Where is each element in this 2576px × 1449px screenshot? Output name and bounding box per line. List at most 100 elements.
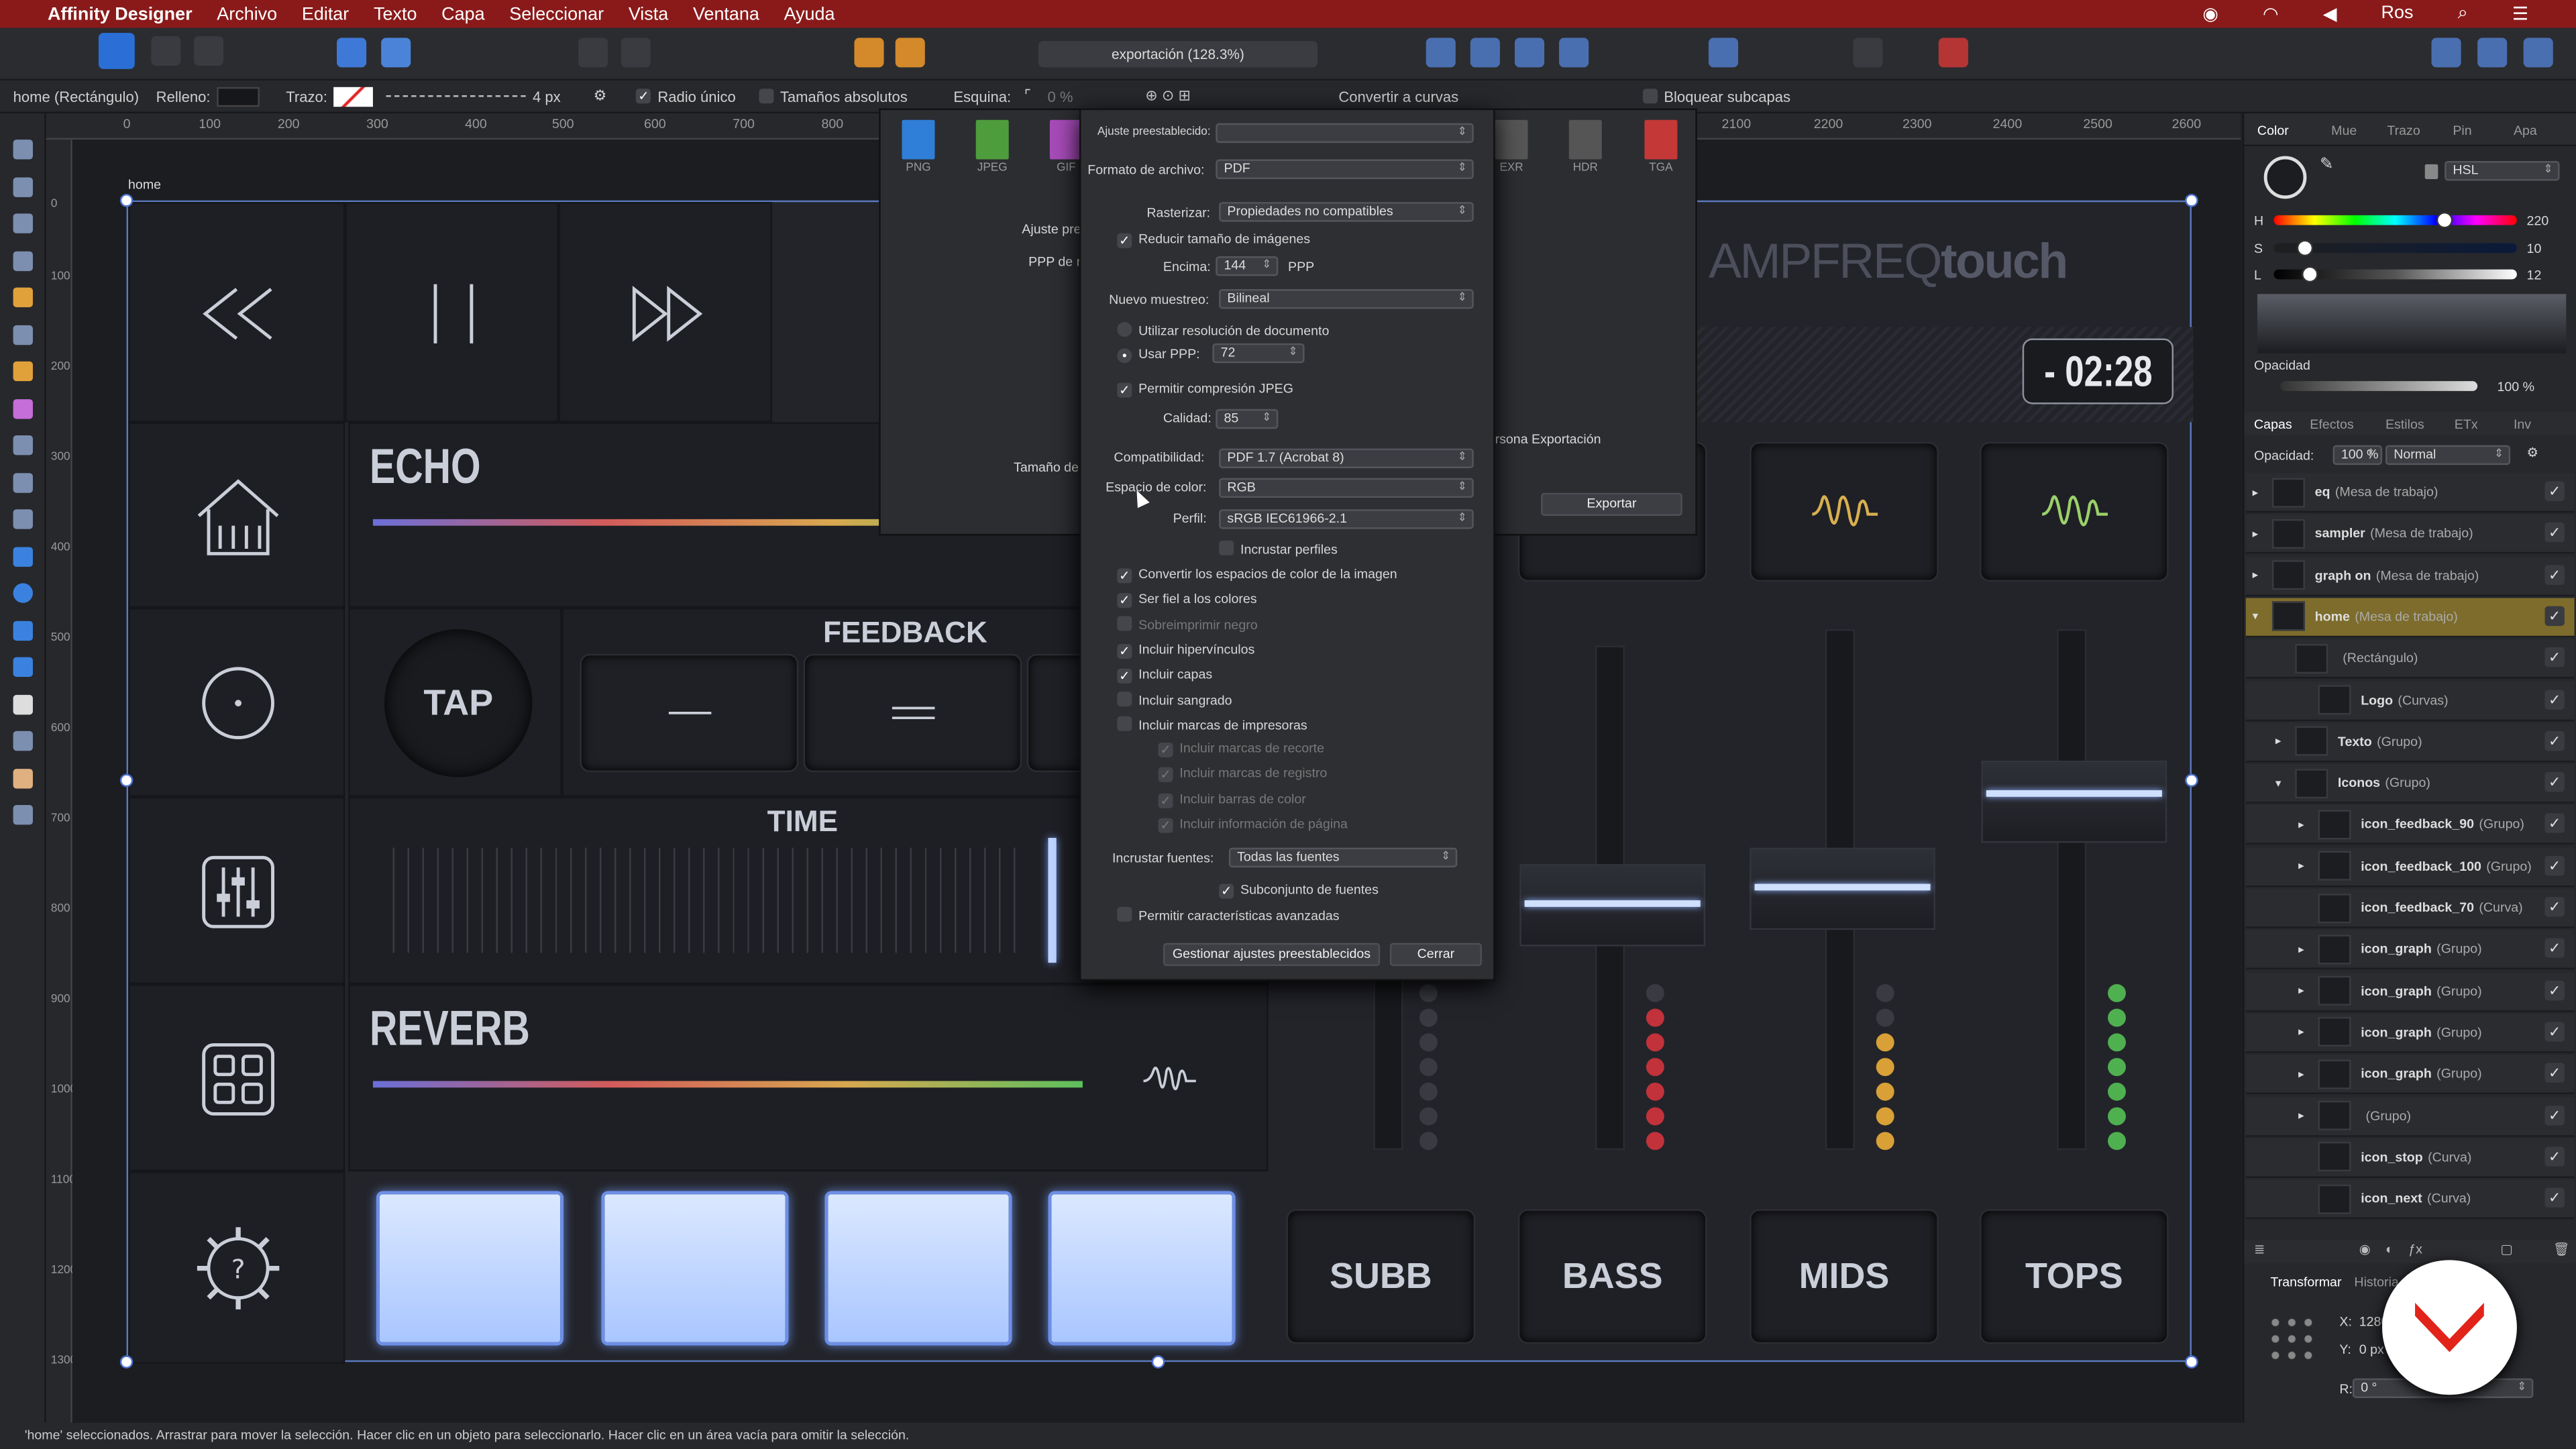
eyedropper-tool-icon[interactable] [12, 731, 32, 751]
delete-layer-icon[interactable]: 🗑 [2553, 1242, 2570, 1256]
corner-value[interactable]: 0 % [1048, 88, 1073, 104]
flip-h-icon[interactable] [1426, 38, 1456, 68]
crop-marks-checkbox[interactable] [1158, 742, 1173, 757]
blend-mode-select[interactable]: Normal [2385, 445, 2511, 466]
format-select[interactable]: PDF [1216, 159, 1474, 179]
l-value[interactable]: 12 [2527, 268, 2542, 282]
visibility-checkbox[interactable]: ✓ [2544, 1063, 2565, 1083]
tap-cell[interactable]: TAP [348, 608, 562, 797]
layer-row[interactable]: (Rectángulo) ✓ [2245, 639, 2575, 679]
selection-handle[interactable] [2185, 773, 2198, 788]
expand-arrow-icon[interactable]: ▸ [2298, 1026, 2318, 1039]
fill-swatch[interactable] [217, 86, 260, 106]
layers-row[interactable]: Incluir capas [1117, 667, 1212, 684]
tab-text-styles[interactable]: ETx [2455, 417, 2478, 432]
jpeg-compress-row[interactable]: Permitir compresión JPEG [1117, 381, 1293, 398]
tab-history[interactable]: Historia [2354, 1275, 2398, 1289]
time-marker[interactable] [1048, 837, 1057, 963]
layer-row[interactable]: ▸ icon_feedback_100 (Grupo) ✓ [2245, 847, 2575, 887]
artboard-tool-icon[interactable] [12, 176, 32, 197]
assistant-icon[interactable] [381, 38, 411, 68]
layer-row[interactable]: Logo (Curvas) ✓ [2245, 681, 2575, 720]
brush-tool-icon[interactable] [12, 361, 32, 382]
fill-tool-icon[interactable] [12, 398, 32, 419]
nav-grid-cell[interactable] [128, 983, 345, 1172]
layer-row[interactable]: ▸ eq (Mesa de trabajo) ✓ [2245, 473, 2575, 513]
layer-opacity-select[interactable]: 100 % [2332, 445, 2383, 466]
magnet-icon[interactable] [1938, 38, 1968, 68]
hyperlinks-row[interactable]: Incluir hipervínculos [1117, 643, 1254, 659]
band-mids-button[interactable]: MIDS [1750, 1209, 1939, 1344]
format-hdr[interactable]: HDR [1561, 119, 1610, 174]
arrange-icon[interactable] [854, 38, 884, 68]
align-icon[interactable] [1708, 38, 1739, 68]
layer-row[interactable]: ▸ icon_feedback_90 (Grupo) ✓ [2245, 805, 2575, 845]
feedback-100-button[interactable] [803, 653, 1022, 773]
color-bars-checkbox[interactable] [1158, 793, 1173, 808]
expand-arrow-icon[interactable]: ▸ [2298, 818, 2318, 831]
tap-button[interactable]: TAP [384, 629, 533, 777]
rectangle-tool-icon[interactable] [12, 546, 32, 566]
search-icon[interactable]: ⌕ [2458, 3, 2468, 25]
bleed-checkbox[interactable] [1117, 692, 1132, 707]
compat-select[interactable]: PDF 1.7 (Acrobat 8) [1219, 448, 1474, 468]
visibility-checkbox[interactable]: ✓ [2544, 938, 2565, 959]
above-select[interactable]: 144 [1216, 256, 1279, 276]
graph-box-3[interactable] [1750, 441, 1939, 582]
app-name[interactable]: Affinity Designer [48, 4, 193, 23]
menu-vista[interactable]: Vista [629, 4, 668, 23]
lock-icon[interactable] [2424, 164, 2438, 179]
layer-row[interactable]: icon_feedback_70 (Curva) ✓ [2245, 888, 2575, 928]
text-tool-icon[interactable] [12, 694, 32, 714]
quality-select[interactable]: 85 [1216, 409, 1279, 429]
overprint-checkbox[interactable] [1117, 616, 1132, 631]
crop-marks-row[interactable]: Incluir marcas de recorte [1158, 741, 1324, 757]
tab-appearance[interactable]: Apa [2514, 123, 2537, 138]
printer-marks-row[interactable]: Incluir marcas de impresoras [1117, 716, 1307, 733]
expand-arrow-icon[interactable]: ▸ [2253, 486, 2272, 498]
tab-stroke[interactable]: Trazo [2387, 123, 2420, 138]
help-icon[interactable] [2523, 38, 2553, 68]
graph-box-4[interactable] [1980, 441, 2169, 582]
colorspace-select[interactable]: RGB [1219, 478, 1474, 498]
pad-4[interactable] [1048, 1191, 1236, 1346]
nav-help-cell[interactable]: ? [128, 1171, 345, 1364]
visibility-checkbox[interactable]: ✓ [2544, 481, 2565, 501]
h-slider[interactable] [2273, 211, 2517, 229]
pad-2[interactable] [601, 1191, 789, 1346]
h-slider-knob[interactable] [2436, 211, 2454, 229]
panels-icon[interactable] [2477, 38, 2508, 68]
menu-texto[interactable]: Texto [374, 4, 417, 23]
visibility-checkbox[interactable]: ✓ [2544, 1187, 2565, 1208]
use-doc-res-radio[interactable] [1117, 322, 1132, 337]
rounded-rect-tool-icon[interactable] [12, 620, 32, 640]
tab-transform[interactable]: Transformar [2271, 1275, 2342, 1289]
selection-handle[interactable] [1151, 1355, 1165, 1369]
fader-knob-3[interactable] [1750, 847, 1935, 930]
grid-icon[interactable] [621, 38, 651, 68]
expand-arrow-icon[interactable]: ▸ [2298, 1067, 2318, 1081]
band-tops-button[interactable]: TOPS [1980, 1209, 2169, 1344]
color-bars-row[interactable]: Incluir barras de color [1158, 792, 1306, 808]
selection-handle[interactable] [119, 1355, 133, 1369]
color-model-select[interactable]: HSL [2445, 161, 2560, 181]
flip-v-icon[interactable] [1470, 38, 1500, 68]
convert-spaces-checkbox[interactable] [1117, 568, 1132, 584]
layer-row[interactable]: ▸ icon_graph (Grupo) ✓ [2245, 1013, 2575, 1053]
menu-seleccionar[interactable]: Seleccionar [509, 4, 604, 23]
pause-cell[interactable] [345, 202, 559, 423]
reverb-slider[interactable] [372, 1081, 1083, 1088]
corner-tool-icon[interactable] [12, 250, 32, 270]
hyperlinks-checkbox[interactable] [1117, 644, 1132, 659]
tab-effects[interactable]: Efectos [2310, 417, 2353, 432]
rewind-cell[interactable] [128, 202, 345, 423]
nav-mixer-cell[interactable] [128, 796, 345, 984]
control-center-icon[interactable]: ☰ [2512, 3, 2528, 25]
pencil-tool-icon[interactable] [12, 324, 32, 345]
expand-arrow-icon[interactable]: ▸ [2298, 943, 2318, 956]
layer-row[interactable]: ▸ Texto (Grupo) ✓ [2245, 722, 2575, 762]
user-name[interactable]: Ros [2381, 3, 2414, 25]
tab-brushes[interactable]: Pin [2453, 123, 2471, 138]
layers-checkbox[interactable] [1117, 668, 1132, 684]
layer-row[interactable]: ▸ icon_graph (Grupo) ✓ [2245, 971, 2575, 1012]
